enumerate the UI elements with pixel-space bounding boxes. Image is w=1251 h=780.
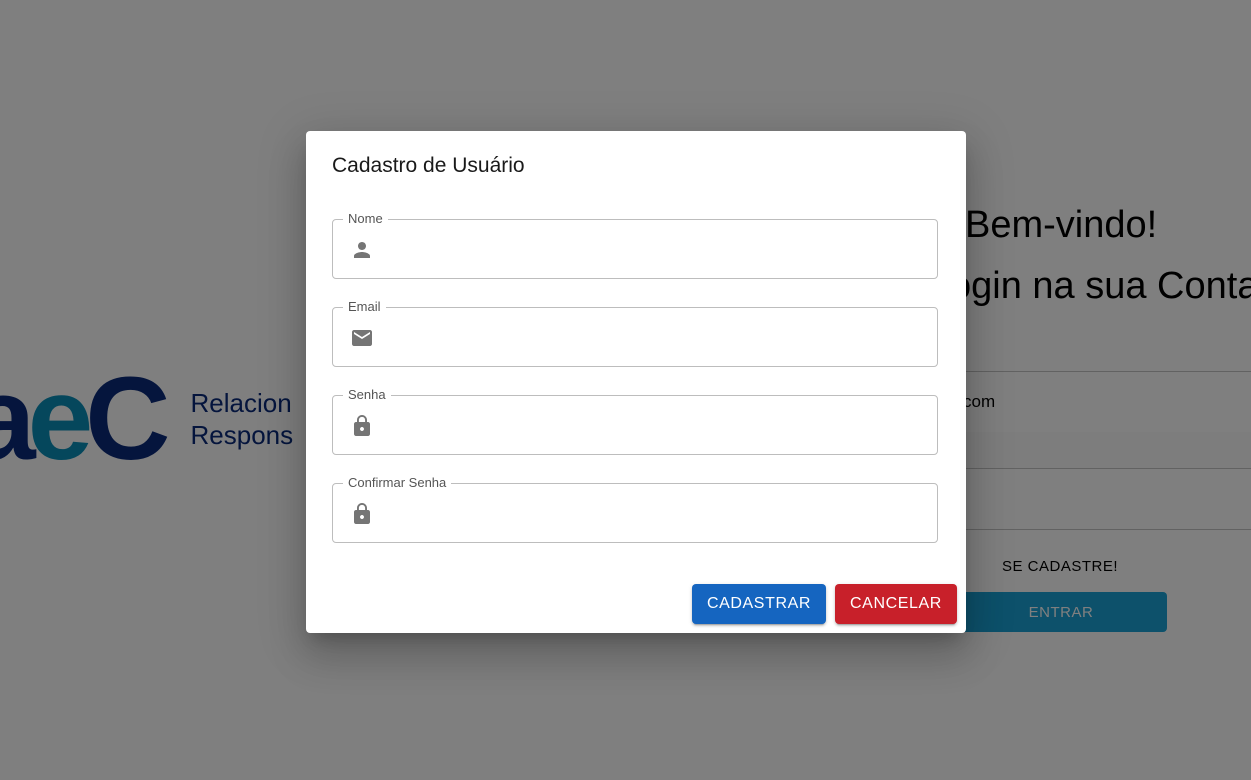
password-field[interactable]: Senha [332,387,938,456]
person-icon [350,238,374,262]
dialog-title: Cadastro de Usuário [332,154,525,177]
password-field-label: Senha [343,387,391,403]
name-input[interactable] [389,220,925,280]
name-field-label: Nome [343,211,388,227]
confirm-password-input[interactable] [389,484,925,544]
email-input[interactable] [389,308,925,368]
register-button[interactable]: CADASTRAR [692,584,826,624]
password-input[interactable] [389,396,925,456]
lock-icon [350,414,374,438]
register-dialog: Cadastro de Usuário Nome Email Senha Con… [306,131,966,633]
email-icon [350,326,374,350]
cancel-button[interactable]: CANCELAR [835,584,957,624]
name-field[interactable]: Nome [332,211,938,280]
lock-icon [350,502,374,526]
email-field-label: Email [343,299,386,315]
confirm-password-field[interactable]: Confirmar Senha [332,475,938,544]
email-field[interactable]: Email [332,299,938,368]
